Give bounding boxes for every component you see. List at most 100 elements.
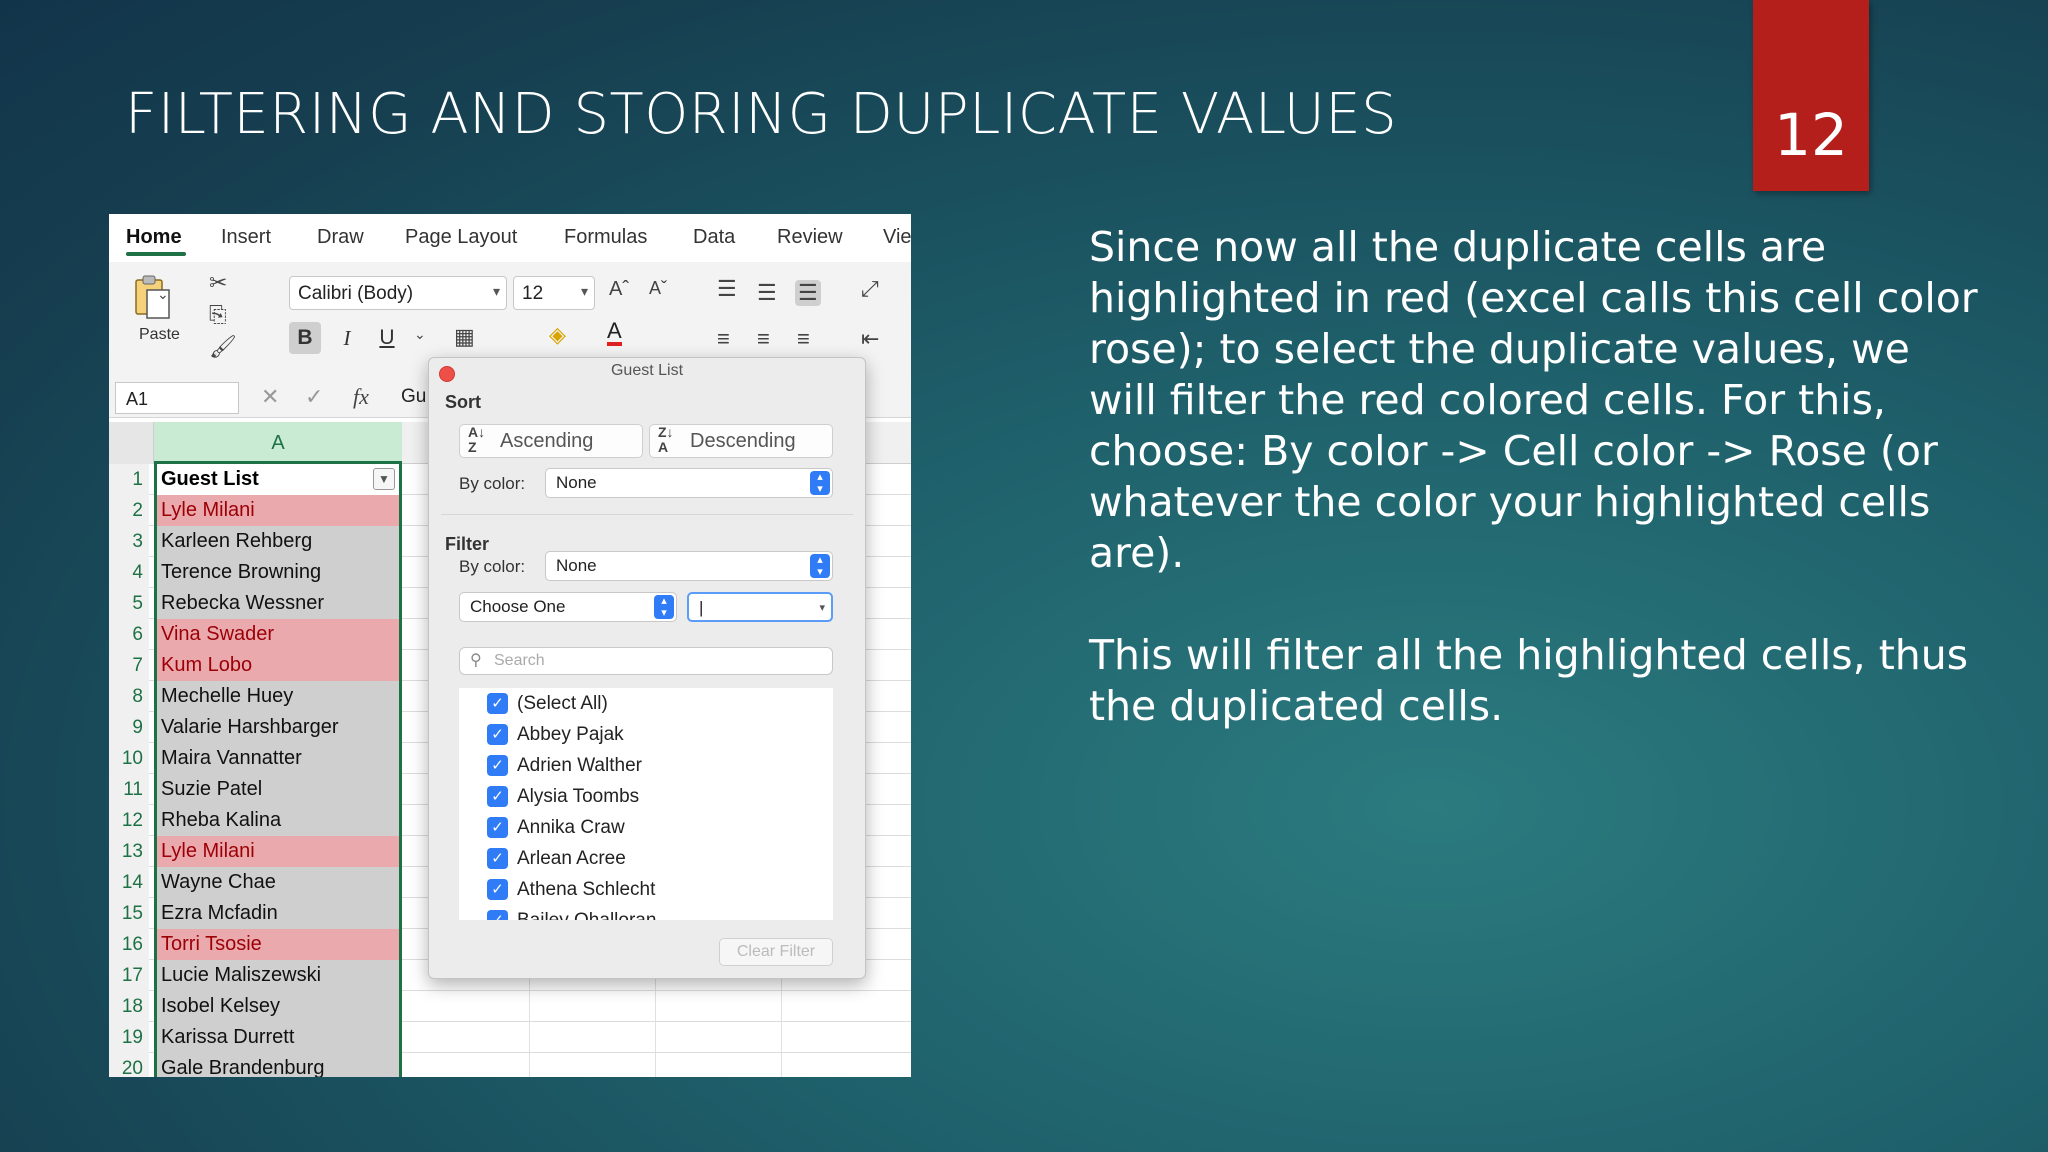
paste-options-chevron-icon[interactable]: ⌄ xyxy=(157,286,169,303)
name-cell[interactable]: Karleen Rehberg xyxy=(154,526,402,557)
row-number[interactable]: 8 xyxy=(109,681,149,712)
clear-filter-button[interactable]: Clear Filter xyxy=(719,938,833,966)
function-icon[interactable]: fx xyxy=(353,384,369,410)
sort-ascending-button[interactable]: A↓ Z Ascending xyxy=(459,424,643,458)
row-number[interactable]: 7 xyxy=(109,650,149,681)
align-right-icon[interactable]: ≡ xyxy=(797,326,810,352)
row-number[interactable]: 19 xyxy=(109,1022,149,1053)
name-cell[interactable]: Mechelle Huey xyxy=(154,681,402,712)
sort-descending-button[interactable]: Z↓ A Descending xyxy=(649,424,833,458)
select-all-corner[interactable] xyxy=(109,422,154,464)
align-top-icon[interactable]: ☰ xyxy=(717,276,737,302)
name-cell[interactable]: Torri Tsosie xyxy=(154,929,402,960)
condition-select[interactable]: Choose One ▴ ▾ xyxy=(459,592,677,622)
tab-data[interactable]: Data xyxy=(693,226,735,249)
checkbox-checked-icon[interactable]: ✓ xyxy=(487,910,508,920)
checkbox-checked-icon[interactable]: ✓ xyxy=(487,755,508,776)
italic-button[interactable]: I xyxy=(331,322,363,354)
row-number[interactable]: 2 xyxy=(109,495,149,526)
filter-by-color-select[interactable]: None ▴ ▾ xyxy=(545,551,833,581)
chevron-down-icon[interactable]: ⌄ xyxy=(414,326,426,343)
checkbox-checked-icon[interactable]: ✓ xyxy=(487,817,508,838)
cell-text: Guest List xyxy=(161,468,259,490)
borders-icon[interactable]: ▦ xyxy=(454,324,475,350)
sort-by-color-select[interactable]: None ▴ ▾ xyxy=(545,468,833,498)
align-bottom-icon[interactable]: ☰ xyxy=(795,280,821,306)
row-number[interactable]: 20 xyxy=(109,1053,149,1077)
format-painter-icon[interactable]: 🖌 xyxy=(209,334,237,360)
name-cell[interactable]: Suzie Patel xyxy=(154,774,402,805)
tab-view[interactable]: Vie xyxy=(883,226,911,249)
name-cell[interactable]: Gale Brandenburg xyxy=(154,1053,402,1077)
align-middle-icon[interactable]: ☰ xyxy=(757,280,777,306)
tab-draw[interactable]: Draw xyxy=(317,226,364,249)
name-cell[interactable]: Vina Swader xyxy=(154,619,402,650)
search-input[interactable]: ⚲ Search xyxy=(459,647,833,675)
align-center-icon[interactable]: ≡ xyxy=(757,326,770,352)
name-cell[interactable]: Lyle Milani xyxy=(154,836,402,867)
name-cell[interactable]: Lucie Maliszewski xyxy=(154,960,402,991)
cancel-icon[interactable]: ✕ xyxy=(261,384,279,410)
name-cell[interactable]: Karissa Durrett xyxy=(154,1022,402,1053)
sort-ascending-label: Ascending xyxy=(500,430,594,452)
row-number[interactable]: 9 xyxy=(109,712,149,743)
tab-formulas[interactable]: Formulas xyxy=(564,226,647,249)
name-cell[interactable]: Ezra Mcfadin xyxy=(154,898,402,929)
row-number[interactable]: 14 xyxy=(109,867,149,898)
name-box[interactable]: A1 xyxy=(115,382,239,414)
indent-decrease-icon[interactable]: ⇤ xyxy=(861,326,879,352)
row-number[interactable]: 3 xyxy=(109,526,149,557)
name-cell[interactable]: Isobel Kelsey xyxy=(154,991,402,1022)
font-size-select[interactable]: 12 ▾ xyxy=(513,276,595,310)
checkbox-checked-icon[interactable]: ✓ xyxy=(487,693,508,714)
align-left-icon[interactable]: ≡ xyxy=(717,326,730,352)
formula-input[interactable]: Gu xyxy=(401,386,426,408)
row-number[interactable]: 4 xyxy=(109,557,149,588)
increase-font-icon[interactable]: Aˆ xyxy=(609,278,629,301)
name-cell[interactable]: Terence Browning xyxy=(154,557,402,588)
name-cell[interactable]: Wayne Chae xyxy=(154,867,402,898)
checkbox-checked-icon[interactable]: ✓ xyxy=(487,879,508,900)
confirm-icon[interactable]: ✓ xyxy=(305,384,323,410)
condition-value-input[interactable]: | ▾ xyxy=(687,592,833,622)
scissors-icon[interactable]: ✂ xyxy=(209,270,227,296)
cell-text: Gale Brandenburg xyxy=(161,1057,325,1077)
name-cell[interactable]: Lyle Milani xyxy=(154,495,402,526)
checkbox-checked-icon[interactable]: ✓ xyxy=(487,724,508,745)
name-cell[interactable]: Rebecka Wessner xyxy=(154,588,402,619)
row-number[interactable]: 16 xyxy=(109,929,149,960)
checkbox-checked-icon[interactable]: ✓ xyxy=(487,848,508,869)
row-number[interactable]: 11 xyxy=(109,774,149,805)
row-number[interactable]: 15 xyxy=(109,898,149,929)
bold-button[interactable]: B xyxy=(289,322,321,354)
copy-icon[interactable]: ⎘ xyxy=(209,302,227,328)
decrease-font-icon[interactable]: Aˇ xyxy=(649,278,667,299)
font-name-select[interactable]: Calibri (Body) ▾ xyxy=(289,276,507,310)
filter-dropdown-icon[interactable]: ▼ xyxy=(373,468,395,490)
name-cell[interactable]: Maira Vannatter xyxy=(154,743,402,774)
font-color-icon[interactable]: A xyxy=(607,320,622,346)
fill-color-icon[interactable]: ◈ xyxy=(549,322,566,348)
row-number[interactable]: 6 xyxy=(109,619,149,650)
paste-label[interactable]: Paste xyxy=(139,326,180,344)
tab-review[interactable]: Review xyxy=(777,226,843,249)
sort-by-color-value: None xyxy=(556,473,597,492)
row-number[interactable]: 1 xyxy=(109,464,149,495)
header-cell[interactable]: Guest List ▼ xyxy=(154,464,402,495)
name-cell[interactable]: Valarie Harshbarger xyxy=(154,712,402,743)
row-number[interactable]: 18 xyxy=(109,991,149,1022)
name-cell[interactable]: Kum Lobo xyxy=(154,650,402,681)
row-number[interactable]: 12 xyxy=(109,805,149,836)
checkbox-checked-icon[interactable]: ✓ xyxy=(487,786,508,807)
row-number[interactable]: 17 xyxy=(109,960,149,991)
orientation-icon[interactable]: ⤢ xyxy=(861,276,879,302)
column-a-header[interactable]: A xyxy=(154,422,402,464)
row-number[interactable]: 5 xyxy=(109,588,149,619)
row-number[interactable]: 13 xyxy=(109,836,149,867)
tab-home[interactable]: Home xyxy=(126,226,182,249)
underline-button[interactable]: U xyxy=(371,322,403,354)
tab-insert[interactable]: Insert xyxy=(221,226,271,249)
tab-page-layout[interactable]: Page Layout xyxy=(405,226,517,249)
row-number[interactable]: 10 xyxy=(109,743,149,774)
name-cell[interactable]: Rheba Kalina xyxy=(154,805,402,836)
